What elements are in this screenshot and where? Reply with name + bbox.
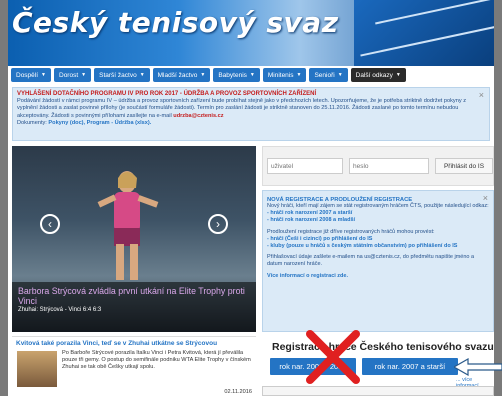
link-players-login[interactable]: - hráči (Češi i cizinci) po přihlášení d…	[267, 236, 489, 243]
nav-dalsi-odkazy[interactable]: Další odkazy ▼	[350, 68, 406, 82]
nav-label: Starší žactvo	[99, 71, 137, 79]
registration-more-link[interactable]: Více informací o registraci zde.	[267, 273, 489, 280]
carousel-subtitle: Zhuhai: Strýcová - Vinci 6:4 6:3	[18, 307, 102, 313]
register-old-button[interactable]: rok nar. 2007 a starší	[362, 358, 458, 375]
close-icon[interactable]: ×	[483, 193, 488, 203]
site-title[interactable]: Český tenisový svaz	[12, 6, 339, 39]
arrow-left-icon	[454, 358, 502, 376]
password-input[interactable]	[349, 158, 429, 174]
alert-text: Podávání žádostí v rámci programu IV – ú…	[17, 98, 466, 119]
nav-label: Další odkazy	[355, 71, 393, 79]
caret-down-icon: ▼	[395, 72, 401, 78]
bottom-panel	[262, 386, 494, 396]
caret-down-icon: ▼	[296, 72, 302, 78]
player-photo	[97, 171, 159, 280]
page: Český tenisový svaz Dospělí ▼ Dorost ▼ Sta…	[8, 0, 494, 396]
caret-down-icon: ▼	[139, 72, 145, 78]
nav-label: Babytenis	[218, 71, 247, 79]
header-court-image	[354, 0, 494, 66]
site-header: Český tenisový svaz	[8, 0, 494, 66]
link-older-players[interactable]: - hráči rok narození 2007 a starší	[267, 210, 489, 217]
news-thumbnail[interactable]	[17, 351, 57, 387]
login-button[interactable]: Přihlásit do IS	[435, 158, 493, 174]
alert-body: Podávání žádostí v rámci programu IV – ú…	[17, 98, 475, 128]
caret-down-icon: ▼	[200, 72, 206, 78]
news-body: Po Barboře Strýcové porazila Italku Vinc…	[62, 350, 251, 371]
nav-babytenis[interactable]: Babytenis ▼	[213, 68, 260, 82]
nav-dospeli[interactable]: Dospělí ▼	[11, 68, 51, 82]
news-date: 02.11.2016	[224, 389, 252, 395]
link-clubs-login[interactable]: - kluby (pouze u hráčů s českým státním …	[267, 243, 489, 250]
registration-intro: Nový hráči, kteří mají zájem se stát reg…	[267, 203, 489, 209]
alert-docs-links[interactable]: Pokyny (doc), Program - Údržba (xlsx).	[48, 120, 151, 126]
nav-seniori[interactable]: Senioři ▼	[309, 68, 348, 82]
nav-mladsi-zactvo[interactable]: Mladší žactvo ▼	[152, 68, 211, 82]
main-nav: Dospělí ▼ Dorost ▼ Starší žactvo ▼ Mladší ž…	[8, 66, 494, 84]
carousel-caption: Barbora Strýcová zvládla první utkání na…	[12, 282, 256, 332]
registration-footer-text: Přihlašovací údaje zašlete e-mailem na u…	[267, 254, 475, 268]
caret-down-icon: ▼	[41, 72, 46, 78]
news-item: Kvitová také porazila Vinci, teď se v Zh…	[12, 336, 256, 396]
caret-down-icon: ▼	[81, 72, 87, 78]
grant-alert: VYHLÁŠENÍ DOTAČNÍHO PROGRAMU IV PRO ROK …	[12, 87, 490, 141]
caret-down-icon: ▼	[249, 72, 255, 78]
link-younger-players[interactable]: - hráči rok narození 2008 a mladší	[267, 217, 489, 224]
alert-docs-label: Dokumenty:	[17, 120, 47, 127]
red-cross-icon	[306, 330, 360, 384]
login-form: Přihlásit do IS	[262, 146, 494, 186]
nav-label: Dospělí	[16, 71, 39, 79]
username-input[interactable]	[267, 158, 343, 174]
carousel-title[interactable]: Barbora Strýcová zvládla první utkání na…	[18, 286, 250, 306]
close-icon[interactable]: ×	[479, 90, 484, 100]
carousel-next-button[interactable]: ›	[208, 214, 228, 234]
alert-title: VYHLÁŠENÍ DOTAČNÍHO PROGRAMU IV PRO ROK …	[17, 91, 317, 97]
nav-label: Dorost	[59, 71, 79, 79]
caret-down-icon: ▼	[337, 72, 343, 78]
nav-label: Mladší žactvo	[157, 71, 198, 79]
nav-starsi-zactvo[interactable]: Starší žactvo ▼	[94, 68, 150, 82]
renew-text: Prodloužení registrace již dříve registr…	[267, 228, 435, 235]
nav-minitenis[interactable]: Minitenis ▼	[262, 68, 307, 82]
nav-dorost[interactable]: Dorost ▼	[54, 68, 92, 82]
nav-label: Senioři	[314, 71, 335, 79]
alert-email-link[interactable]: udrzba@cztenis.cz	[173, 113, 223, 119]
registration-info-box: NOVÁ REGISTRACE A PRODLOUŽENÍ REGISTRACE…	[262, 190, 494, 332]
news-title[interactable]: Kvitová také porazila Vinci, teď se v Zh…	[16, 340, 252, 347]
news-carousel[interactable]: ‹ › Barbora Strýcová zvládla první utkán…	[12, 146, 256, 332]
nav-label: Minitenis	[267, 71, 294, 79]
carousel-prev-button[interactable]: ‹	[40, 214, 60, 234]
